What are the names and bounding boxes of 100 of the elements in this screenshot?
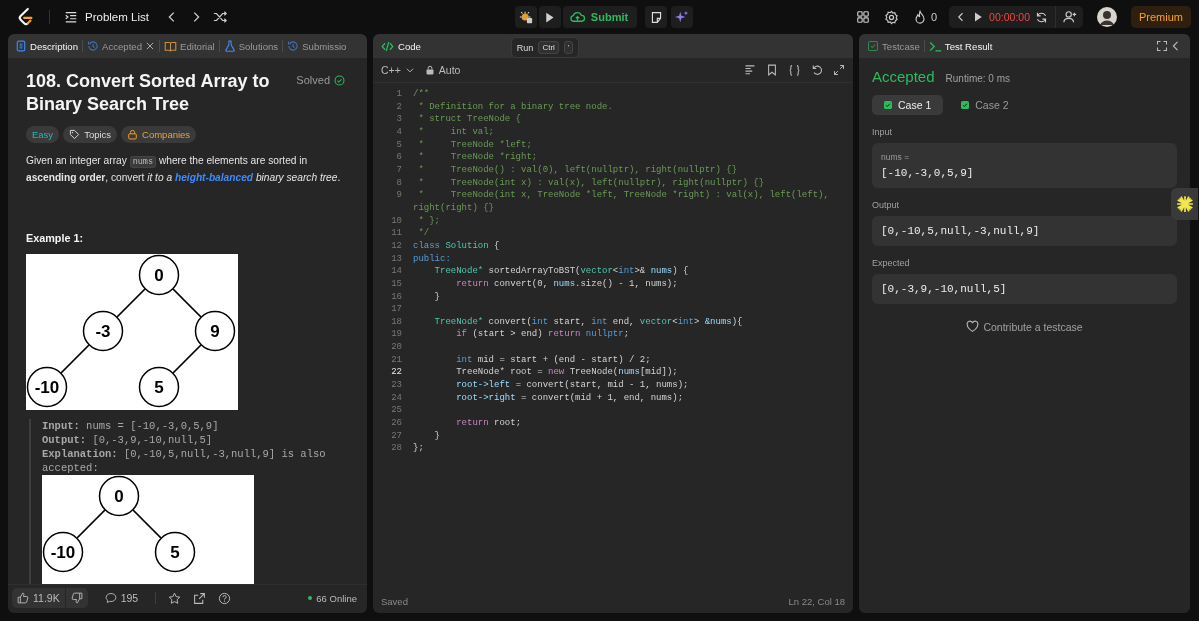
- cursor-position: Ln 22, Col 18: [788, 595, 845, 607]
- line-number: 22: [390, 366, 402, 380]
- code-line: * TreeNode *right;: [417, 151, 539, 164]
- tree-edge: [116, 288, 146, 318]
- refresh-icon[interactable]: [1035, 10, 1048, 24]
- code-line: class Solution {: [413, 239, 501, 253]
- value-text: [0,-3,9,-10,null,5]: [881, 283, 1008, 295]
- help-icon[interactable]: [218, 591, 232, 605]
- tree-node: 9: [194, 310, 236, 352]
- save-status: Saved: [381, 595, 408, 607]
- undo-icon[interactable]: [811, 64, 823, 76]
- timer-text: 00:00:00: [989, 11, 1030, 23]
- close-icon[interactable]: [145, 41, 155, 51]
- tag-chip[interactable]: Topics: [63, 126, 118, 143]
- line-number: 16: [390, 290, 402, 304]
- code-line: }: [433, 290, 441, 304]
- code-line: * TreeNode() : val(0), left(nullptr), right(nullptr) {}: [417, 163, 739, 177]
- language-dropdown[interactable]: C++: [381, 64, 415, 76]
- line-number: 9: [395, 189, 402, 203]
- comment-icon: [104, 592, 117, 604]
- heart-icon: [966, 320, 980, 333]
- tree-node: -3: [82, 310, 124, 352]
- example-line: Output: [0,-3,9,-10,null,5]: [42, 433, 214, 447]
- panel-tab[interactable]: Accepted: [87, 40, 155, 52]
- submit-button[interactable]: Submit: [562, 6, 638, 28]
- run-button[interactable]: [538, 6, 561, 28]
- flask-icon: [223, 40, 236, 52]
- line-number: 19: [390, 328, 402, 342]
- list-icon: [64, 10, 78, 24]
- chevron-down-icon: [404, 65, 415, 75]
- shuffle-icon[interactable]: [212, 10, 227, 24]
- panel-tab[interactable]: Testcase: [867, 40, 920, 52]
- definition-link[interactable]: height-balanced: [174, 172, 254, 183]
- case-tab[interactable]: Case 1: [872, 95, 944, 115]
- premium-button[interactable]: Premium: [1131, 6, 1191, 28]
- star-icon[interactable]: [168, 591, 182, 605]
- section-label: Input: [872, 127, 894, 137]
- code-line: TreeNode* sortedArrayToBST(vector<int>& nums) {: [433, 265, 690, 278]
- panel-tab[interactable]: Solutions: [223, 40, 279, 52]
- check-circle-icon: [334, 74, 345, 86]
- code-line: * Definition for a binary tree node.: [417, 100, 614, 114]
- sparkle-button[interactable]: [671, 6, 694, 28]
- panel-tab[interactable]: Editorial: [164, 39, 215, 53]
- line-number: 17: [390, 303, 402, 316]
- document-icon: [15, 40, 27, 52]
- bookmark-icon[interactable]: [766, 64, 778, 76]
- tree-edge: [76, 509, 106, 539]
- tooltip-label: Run: [516, 42, 534, 53]
- streak-counter[interactable]: 0: [913, 10, 938, 24]
- example-heading: Example 1:: [26, 232, 84, 244]
- fullscreen-icon[interactable]: [1156, 40, 1168, 52]
- play-icon: [543, 10, 557, 24]
- bug-icon: [518, 10, 533, 24]
- book-icon: [164, 39, 177, 53]
- asterisk-icon: [1175, 195, 1194, 213]
- case-tab[interactable]: Case 2: [949, 95, 1021, 115]
- avatar[interactable]: [1097, 7, 1117, 27]
- tag-chip[interactable]: Companies: [121, 126, 197, 143]
- line-number: 3: [395, 113, 402, 126]
- tag-chip[interactable]: Easy: [26, 126, 60, 143]
- code-line: root->right = convert(mid + 1, end, nums);: [455, 391, 685, 405]
- status-dot: [308, 596, 313, 600]
- share-icon[interactable]: [193, 591, 207, 605]
- expand-icon[interactable]: [833, 64, 845, 76]
- tree-node: 5: [154, 531, 196, 573]
- settings-icon[interactable]: [884, 9, 899, 25]
- floating-widget-button[interactable]: [1171, 188, 1198, 220]
- code-line: * TreeNode(int x) : val(x), left(nullptr), right(nullptr) {}: [417, 176, 766, 190]
- autocomplete-mode[interactable]: Auto: [424, 64, 461, 76]
- problem-title: 108. Convert Sorted Array to Binary Search Tree: [26, 70, 271, 116]
- logo-icon[interactable]: [17, 7, 35, 27]
- debug-button[interactable]: [514, 6, 537, 28]
- code-line: }: [433, 429, 441, 443]
- note-button[interactable]: [645, 6, 668, 28]
- panel-tab[interactable]: Submissio: [287, 40, 347, 52]
- tree-edge: [60, 344, 90, 374]
- comments-button[interactable]: 195: [99, 588, 144, 608]
- code-line: if (start > end) return nullptr;: [455, 328, 631, 342]
- contribute-testcase-link[interactable]: Contribute a testcase: [966, 320, 1083, 333]
- line-number: 8: [395, 176, 402, 190]
- grid-icon[interactable]: [856, 10, 870, 24]
- code-line: int mid = start + (end - start) / 2;: [455, 353, 652, 367]
- add-user-icon[interactable]: [1063, 10, 1077, 24]
- line-number: 27: [390, 429, 402, 443]
- panel-tab[interactable]: Description: [15, 40, 78, 52]
- braces-icon[interactable]: [788, 63, 801, 77]
- line-number: 1: [395, 88, 402, 101]
- line-number: 28: [390, 442, 402, 456]
- code-line: * TreeNode(int x, TreeNode *left, TreeNode *right) : val(x), left(left), right(right) {}: [413, 189, 830, 215]
- code-line: return root;: [455, 417, 523, 430]
- format-icon[interactable]: [744, 64, 756, 76]
- panel-tab[interactable]: Test Result: [928, 39, 993, 53]
- code-line: public:: [413, 252, 452, 266]
- line-number: 25: [390, 404, 402, 418]
- runtime-text: Runtime: 0 ms: [945, 73, 1010, 84]
- problem-list-button[interactable]: Problem List: [64, 10, 149, 24]
- example-line: Input: nums = [-10,-3,0,5,9]: [42, 419, 220, 433]
- lock-icon: [424, 65, 435, 75]
- thumbs-down-icon: [70, 592, 83, 604]
- panel-title: Code: [381, 39, 421, 53]
